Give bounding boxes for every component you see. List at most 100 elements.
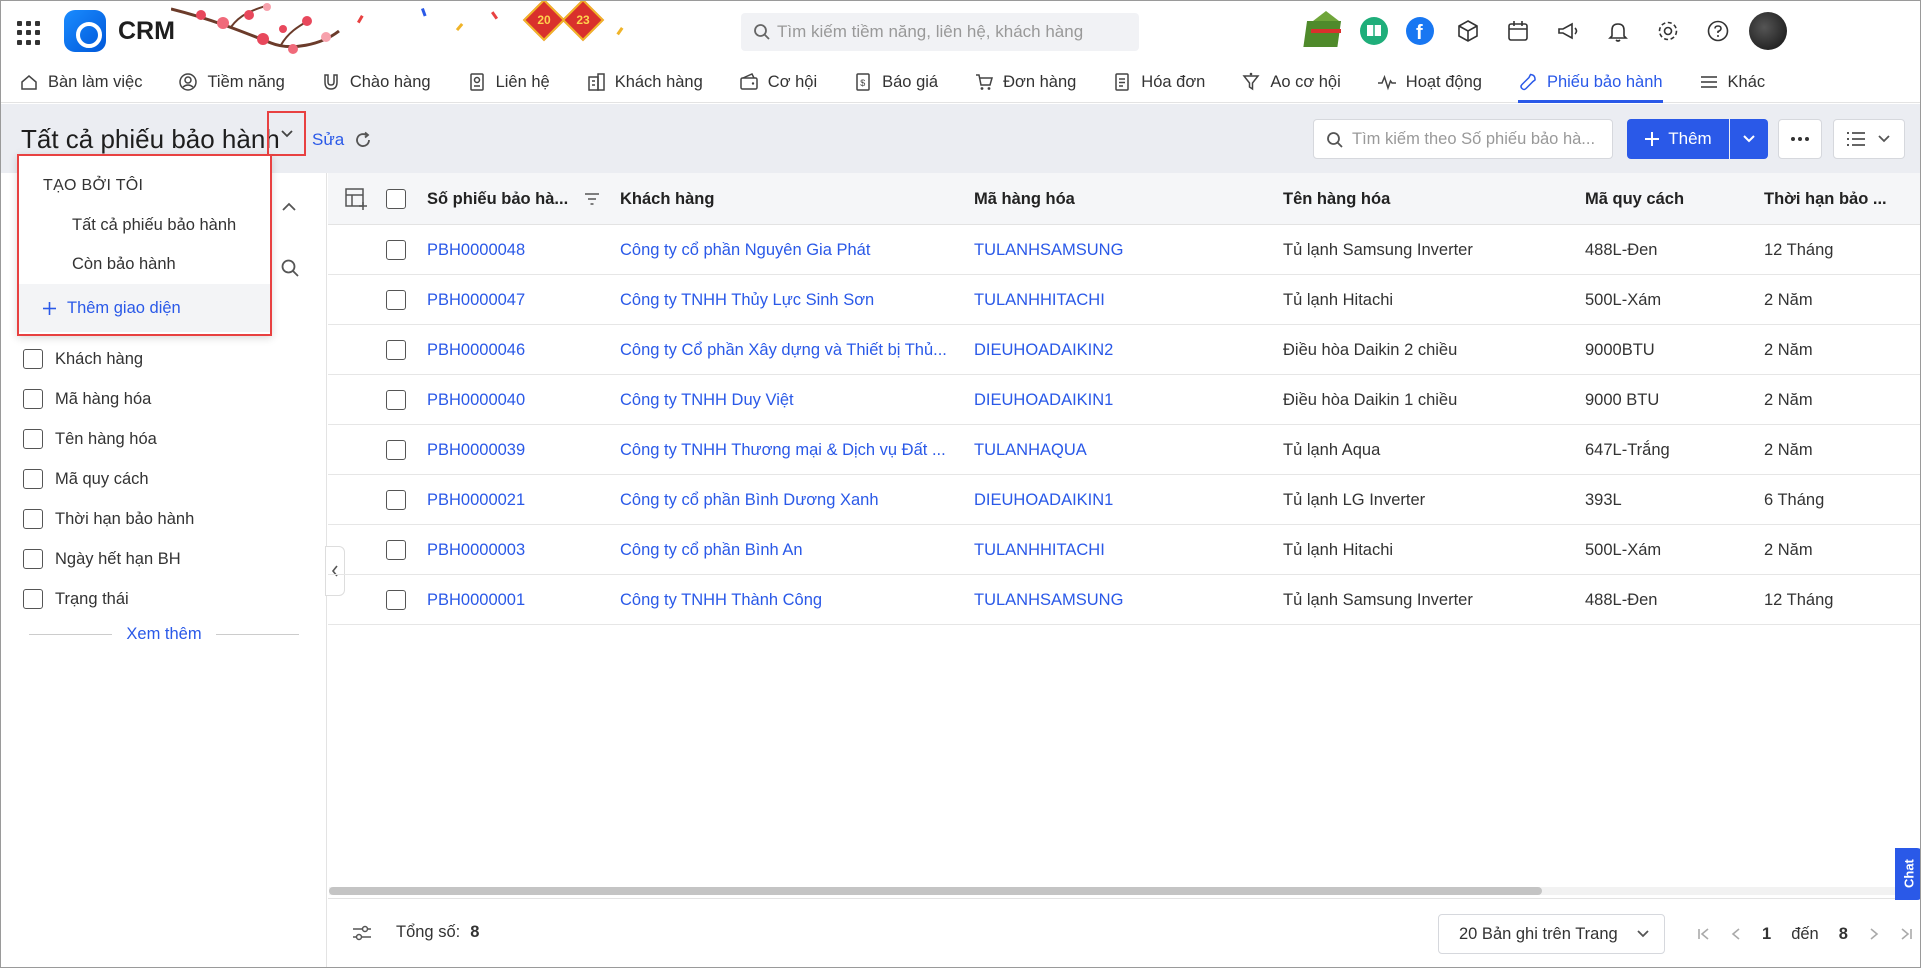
cell-code[interactable]: PBH0000003 <box>427 525 607 575</box>
sliders-icon[interactable] <box>352 923 372 943</box>
dropdown-item-all[interactable]: Tất cả phiếu bảo hành <box>72 216 236 235</box>
add-view-button[interactable]: Thêm giao diện <box>19 284 270 332</box>
nav-item-12[interactable]: Khác <box>1699 61 1802 103</box>
add-dropdown-button[interactable] <box>1730 119 1768 159</box>
filter-checkbox[interactable] <box>23 509 43 529</box>
last-page-button[interactable] <box>1890 914 1920 954</box>
table-row[interactable]: PBH0000040 Công ty TNHH Duy Việt DIEUHOADA… <box>328 375 1920 425</box>
row-checkbox[interactable] <box>386 440 406 460</box>
dropdown-item-active[interactable]: Còn bảo hành <box>72 255 176 274</box>
filter-checkbox[interactable] <box>23 389 43 409</box>
column-settings-icon[interactable] <box>345 188 367 210</box>
table-row[interactable]: PBH0000039 Công ty TNHH Thương mại & Dịch… <box>328 425 1920 475</box>
bell-icon[interactable] <box>1593 1 1643 61</box>
gear-icon[interactable] <box>1643 1 1693 61</box>
nav-item-5[interactable]: Cơ hội <box>739 61 853 103</box>
filter-checkbox[interactable] <box>23 349 43 369</box>
nav-item-11[interactable]: Phiếu bảo hành <box>1517 61 1699 103</box>
cell-code[interactable]: PBH0000039 <box>427 425 607 475</box>
row-checkbox[interactable] <box>386 290 406 310</box>
table-row[interactable]: PBH0000046 Công ty Cổ phần Xây dựng và Th… <box>328 325 1920 375</box>
chat-button[interactable]: Chat <box>1895 848 1920 900</box>
table-row[interactable]: PBH0000021 Công ty cổ phần Bình Dương Xan… <box>328 475 1920 525</box>
row-checkbox[interactable] <box>386 390 406 410</box>
cell-code[interactable]: PBH0000046 <box>427 325 607 375</box>
column-header-product-code[interactable]: Mã hàng hóa <box>974 173 1075 225</box>
cell-product-code[interactable]: TULANHHITACHI <box>974 525 1264 575</box>
filter-item[interactable]: Tên hàng hóa <box>23 419 303 459</box>
filter-checkbox[interactable] <box>23 589 43 609</box>
select-all-checkbox[interactable] <box>386 189 406 209</box>
filter-item[interactable]: Thời hạn bảo hành <box>23 499 303 539</box>
next-page-button[interactable] <box>1858 914 1890 954</box>
table-row[interactable]: PBH0000001 Công ty TNHH Thành Công TULANHS… <box>328 575 1920 625</box>
cell-product-code[interactable]: TULANHAQUA <box>974 425 1264 475</box>
list-search-input[interactable] <box>1352 120 1607 158</box>
filter-checkbox[interactable] <box>23 469 43 489</box>
help-icon[interactable] <box>1693 1 1743 61</box>
cell-customer[interactable]: Công ty cổ phần Bình An <box>620 525 950 575</box>
cell-product-code[interactable]: DIEUHOADAIKIN1 <box>974 375 1264 425</box>
nav-item-4[interactable]: Khách hàng <box>586 61 739 103</box>
cell-code[interactable]: PBH0000048 <box>427 225 607 275</box>
cell-customer[interactable]: Công ty TNHH Duy Việt <box>620 375 950 425</box>
nav-item-8[interactable]: Hóa đơn <box>1112 61 1241 103</box>
cell-code[interactable]: PBH0000040 <box>427 375 607 425</box>
edit-view-link[interactable]: Sửa <box>312 130 344 150</box>
cell-product-code[interactable]: DIEUHOADAIKIN2 <box>974 325 1264 375</box>
cell-customer[interactable]: Công ty TNHH Thủy Lực Sinh Sơn <box>620 275 950 325</box>
filter-checkbox[interactable] <box>23 429 43 449</box>
filter-item[interactable]: Mã quy cách <box>23 459 303 499</box>
nav-item-0[interactable]: Bàn làm việc <box>19 61 178 103</box>
filter-item[interactable]: Mã hàng hóa <box>23 379 303 419</box>
filter-item[interactable]: Khách hàng <box>23 339 303 379</box>
row-checkbox[interactable] <box>386 540 406 560</box>
list-search[interactable] <box>1313 119 1613 159</box>
prev-page-button[interactable] <box>1720 914 1752 954</box>
column-header-warranty-period[interactable]: Thời hạn bảo ... <box>1764 173 1887 225</box>
row-checkbox[interactable] <box>386 240 406 260</box>
table-row[interactable]: PBH0000047 Công ty TNHH Thủy Lực Sinh Sơn… <box>328 275 1920 325</box>
global-search-input[interactable] <box>777 13 1127 51</box>
nav-item-10[interactable]: Hoạt động <box>1377 61 1518 103</box>
column-header-product-name[interactable]: Tên hàng hóa <box>1283 173 1390 225</box>
cell-code[interactable]: PBH0000047 <box>427 275 607 325</box>
cell-product-code[interactable]: TULANHSAMSUNG <box>974 575 1264 625</box>
app-grid-icon[interactable] <box>17 21 41 45</box>
refresh-icon[interactable] <box>353 130 373 150</box>
sort-filter-icon[interactable] <box>584 193 600 205</box>
row-checkbox[interactable] <box>386 340 406 360</box>
cell-customer[interactable]: Công ty cổ phần Nguyên Gia Phát <box>620 225 950 275</box>
cell-product-code[interactable]: TULANHSAMSUNG <box>974 225 1264 275</box>
cube-search-icon[interactable] <box>1443 1 1493 61</box>
cell-customer[interactable]: Công ty TNHH Thành Công <box>620 575 950 625</box>
first-page-button[interactable] <box>1688 914 1720 954</box>
megaphone-icon[interactable] <box>1543 1 1593 61</box>
filter-item[interactable]: Ngày hết hạn BH <box>23 539 303 579</box>
facebook-icon[interactable]: f <box>1397 1 1443 61</box>
more-actions-button[interactable] <box>1778 119 1822 159</box>
global-search[interactable] <box>741 13 1139 51</box>
row-checkbox[interactable] <box>386 490 406 510</box>
cell-code[interactable]: PBH0000001 <box>427 575 607 625</box>
chevron-up-icon[interactable] <box>281 201 297 213</box>
horizontal-scrollbar[interactable] <box>329 887 1920 895</box>
column-header-code[interactable]: Số phiếu bảo hà... <box>427 173 600 225</box>
calendar-icon[interactable] <box>1493 1 1543 61</box>
column-header-customer[interactable]: Khách hàng <box>620 173 714 225</box>
nav-item-1[interactable]: Tiềm năng <box>178 61 320 103</box>
add-button[interactable]: Thêm <box>1627 119 1729 159</box>
filter-checkbox[interactable] <box>23 549 43 569</box>
cell-customer[interactable]: Công ty TNHH Thương mại & Dịch vụ Đất ..… <box>620 425 950 475</box>
cell-code[interactable]: PBH0000021 <box>427 475 607 525</box>
filter-item[interactable]: Trạng thái <box>23 579 303 619</box>
crm-logo-icon[interactable] <box>64 10 106 52</box>
view-mode-button[interactable] <box>1833 119 1905 159</box>
view-title[interactable]: Tất cả phiếu bảo hành <box>21 124 280 155</box>
nav-item-6[interactable]: $ Báo giá <box>853 61 974 103</box>
search-icon[interactable] <box>280 258 300 278</box>
nav-item-7[interactable]: Đơn hàng <box>974 61 1112 103</box>
scrollbar-thumb[interactable] <box>329 887 1542 895</box>
row-checkbox[interactable] <box>386 590 406 610</box>
table-row[interactable]: PBH0000003 Công ty cổ phần Bình An TULANHH… <box>328 525 1920 575</box>
